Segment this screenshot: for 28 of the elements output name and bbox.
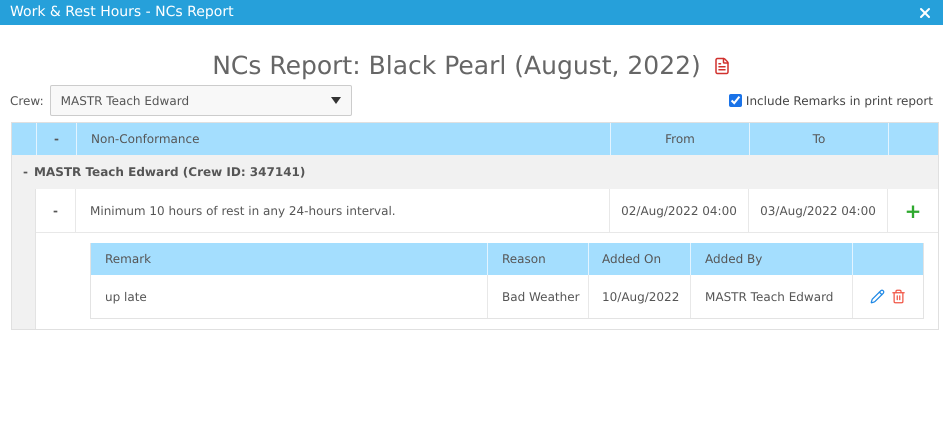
report-heading: NCs Report: Black Pearl (August, 2022) bbox=[212, 50, 701, 82]
group-toggle[interactable]: - bbox=[23, 163, 28, 181]
table-cell-text: up late bbox=[105, 288, 147, 306]
from-date: 02/Aug/2022 04:00 bbox=[621, 202, 737, 220]
column-header: To bbox=[749, 123, 888, 155]
row-toggle[interactable]: - bbox=[53, 202, 58, 220]
table-cell-text: Bad Weather bbox=[502, 288, 580, 306]
crew-select[interactable]: MASTR Teach Edward bbox=[50, 85, 352, 116]
window-title: Work & Rest Hours - NCs Report bbox=[10, 3, 234, 22]
column-header: Added On bbox=[589, 243, 691, 275]
column-header: Reason bbox=[488, 243, 589, 275]
column-header: Non-Conformance bbox=[76, 123, 610, 155]
edit-icon[interactable] bbox=[870, 289, 885, 304]
table-cell-text: 10/Aug/2022 bbox=[602, 288, 680, 306]
column-header: Remark bbox=[91, 243, 488, 275]
include-remarks-checkbox[interactable] bbox=[728, 94, 742, 107]
column-header: Added By bbox=[691, 243, 853, 275]
to-date: 03/Aug/2022 04:00 bbox=[760, 202, 876, 220]
column-header: From bbox=[610, 123, 749, 155]
trash-icon[interactable] bbox=[891, 289, 906, 304]
table-cell-text: MASTR Teach Edward bbox=[705, 288, 834, 306]
caret-icon bbox=[330, 97, 341, 104]
column-header: - bbox=[36, 123, 76, 155]
include-remarks-label: Include Remarks in print report bbox=[746, 92, 933, 110]
crew-label: Crew: bbox=[10, 92, 44, 110]
nc-description: Minimum 10 hours of rest in any 24-hours interval. bbox=[90, 202, 396, 220]
pdf-icon[interactable] bbox=[712, 57, 731, 75]
group-label: MASTR Teach Edward (Crew ID: 347141) bbox=[34, 164, 306, 181]
